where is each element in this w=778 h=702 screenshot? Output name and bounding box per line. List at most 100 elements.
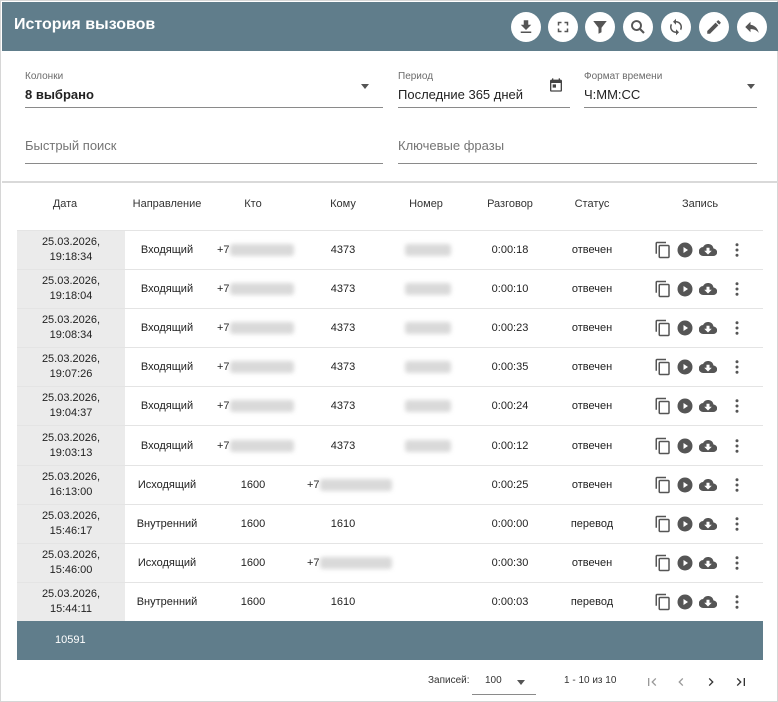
to-cell: 4373 — [330, 439, 356, 452]
table-row[interactable]: 25.03.2026, 19:04:37 Входящий +7 4373 0:00:24… — [17, 386, 763, 426]
duration-cell: 0:00:10 — [491, 283, 529, 296]
copy-button[interactable] — [654, 437, 672, 455]
play-button[interactable] — [676, 476, 694, 494]
more-button[interactable] — [728, 476, 746, 494]
columns-select[interactable]: Колонки 8 выбрано — [25, 71, 383, 109]
play-button[interactable] — [676, 397, 694, 415]
date-cell: 25.03.2026, 19:08:34 — [17, 309, 125, 348]
copy-button[interactable] — [654, 476, 672, 494]
table-body: 25.03.2026, 19:18:34 Входящий +7 4373 0:00:18… — [17, 230, 763, 621]
column-header-direction[interactable]: Направление — [133, 198, 202, 210]
more-button[interactable] — [728, 280, 746, 298]
page-size-select[interactable]: 100 — [472, 669, 536, 695]
refresh-button[interactable] — [661, 12, 691, 42]
status-cell: отвечен — [571, 244, 613, 257]
play-button[interactable] — [676, 358, 694, 376]
back-button[interactable] — [737, 12, 767, 42]
edit-button[interactable] — [699, 12, 729, 42]
copy-button[interactable] — [654, 358, 672, 376]
more-button[interactable] — [728, 241, 746, 259]
more-button[interactable] — [728, 319, 746, 337]
play-icon — [677, 398, 693, 414]
table-row[interactable]: 25.03.2026, 16:13:00 Исходящий 1600 +7 0:00:2… — [17, 464, 763, 504]
table-row[interactable]: 25.03.2026, 19:03:13 Входящий +7 4373 0:00:12… — [17, 425, 763, 465]
download-recording-button[interactable] — [698, 515, 718, 533]
play-button[interactable] — [676, 593, 694, 611]
column-header-who[interactable]: Кто — [244, 198, 261, 210]
download-recording-button[interactable] — [698, 241, 718, 259]
copy-icon — [655, 280, 670, 298]
more-button[interactable] — [728, 593, 746, 611]
prev-page-button[interactable] — [671, 672, 691, 692]
play-button[interactable] — [676, 515, 694, 533]
more-button[interactable] — [728, 358, 746, 376]
table-row[interactable]: 25.03.2026, 15:44:11 Внутренний 1600 1610 0:0… — [17, 581, 763, 621]
cloud-download-icon — [699, 322, 717, 335]
column-header-status[interactable]: Статус — [575, 198, 610, 210]
zoom-search-button[interactable] — [623, 12, 653, 42]
play-button[interactable] — [676, 280, 694, 298]
more-button[interactable] — [728, 554, 746, 572]
direction-cell: Входящий — [140, 400, 194, 413]
who-cell: 1600 — [240, 595, 266, 608]
download-recording-button[interactable] — [698, 593, 718, 611]
table-row[interactable]: 25.03.2026, 19:07:26 Входящий +7 4373 0:00:35… — [17, 347, 763, 387]
play-button[interactable] — [676, 319, 694, 337]
download-recording-button[interactable] — [698, 437, 718, 455]
download-recording-button[interactable] — [698, 319, 718, 337]
keywords-input[interactable]: Ключевые фразы — [398, 137, 757, 165]
quick-search-input[interactable]: Быстрый поиск — [25, 137, 383, 165]
time-format-select[interactable]: Формат времени Ч:ММ:СС — [584, 71, 757, 109]
date-cell: 25.03.2026, 15:46:00 — [17, 543, 125, 582]
download-button[interactable] — [511, 12, 541, 42]
download-recording-button[interactable] — [698, 476, 718, 494]
download-recording-button[interactable] — [698, 358, 718, 376]
to-cell: 4373 — [330, 322, 356, 335]
column-header-date[interactable]: Дата — [53, 198, 77, 210]
last-page-button[interactable] — [731, 672, 751, 692]
download-recording-button[interactable] — [698, 397, 718, 415]
redacted-phone — [229, 322, 294, 335]
filter-button[interactable] — [585, 12, 615, 42]
chevron-down-icon — [517, 680, 525, 685]
more-button[interactable] — [728, 515, 746, 533]
period-field[interactable]: Период Последние 365 дней — [398, 71, 570, 109]
play-button[interactable] — [676, 554, 694, 572]
next-page-button[interactable] — [701, 672, 721, 692]
play-button[interactable] — [676, 437, 694, 455]
status-cell: отвечен — [571, 439, 613, 452]
play-button[interactable] — [676, 241, 694, 259]
column-header-to[interactable]: Кому — [330, 198, 356, 210]
table-row[interactable]: 25.03.2026, 19:18:04 Входящий +7 4373 0:00:10… — [17, 269, 763, 309]
status-cell: отвечен — [571, 400, 613, 413]
to-cell: 4373 — [330, 361, 356, 374]
edit-icon — [707, 20, 721, 34]
download-recording-button[interactable] — [698, 280, 718, 298]
play-icon — [677, 242, 693, 258]
first-page-button[interactable] — [642, 672, 662, 692]
play-icon — [677, 438, 693, 454]
table-row[interactable]: 25.03.2026, 19:08:34 Входящий +7 4373 0:00:23… — [17, 308, 763, 348]
table-row[interactable]: 25.03.2026, 15:46:17 Внутренний 1600 1610 0:0… — [17, 503, 763, 543]
fullscreen-button[interactable] — [548, 12, 578, 42]
copy-button[interactable] — [654, 554, 672, 572]
copy-button[interactable] — [654, 319, 672, 337]
time-text: 19:18:04 — [49, 290, 93, 303]
copy-button[interactable] — [654, 397, 672, 415]
copy-button[interactable] — [654, 593, 672, 611]
table-row[interactable]: 25.03.2026, 19:18:34 Входящий +7 4373 0:00:18… — [17, 230, 763, 270]
columns-value: 8 выбрано — [25, 87, 94, 102]
copy-button[interactable] — [654, 515, 672, 533]
column-header-number[interactable]: Номер — [409, 198, 443, 210]
date-text: 25.03.2026, — [41, 509, 101, 522]
copy-button[interactable] — [654, 241, 672, 259]
column-header-recording[interactable]: Запись — [682, 198, 718, 210]
more-button[interactable] — [728, 397, 746, 415]
calendar-icon[interactable] — [548, 77, 564, 93]
download-recording-button[interactable] — [698, 554, 718, 572]
column-header-duration[interactable]: Разговор — [487, 198, 533, 210]
table-row[interactable]: 25.03.2026, 15:46:00 Исходящий 1600 +7 0:00:3… — [17, 542, 763, 582]
copy-button[interactable] — [654, 280, 672, 298]
more-button[interactable] — [728, 437, 746, 455]
play-icon — [677, 359, 693, 375]
